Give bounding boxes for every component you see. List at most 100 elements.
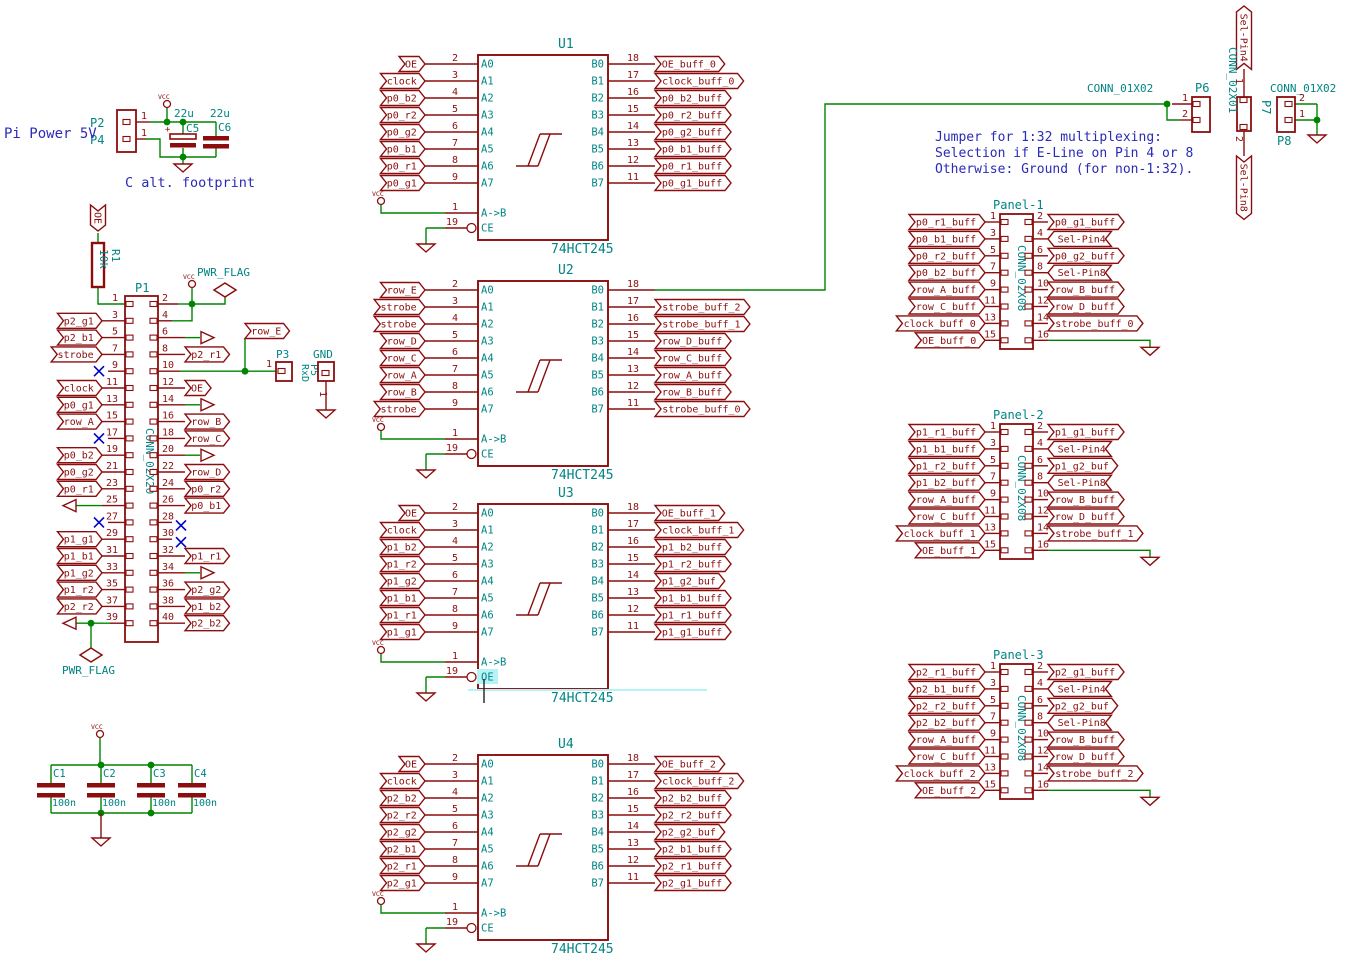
net-label-p2_b1[interactable]: p2_b1 xyxy=(381,842,426,857)
net-label-p1_g2_buf[interactable]: p1_g2_buf xyxy=(655,574,725,589)
wire[interactable] xyxy=(1048,340,1150,347)
net-label-row_A[interactable]: row_A xyxy=(381,368,426,383)
net-label-p1_b1_buff[interactable]: p1_b1_buff xyxy=(909,441,985,456)
net-label-p2_r2[interactable]: p2_r2 xyxy=(381,808,426,823)
net-label-p1_b2[interactable]: p1_b2 xyxy=(185,599,230,614)
net-label-p0_g2_buff[interactable]: p0_g2_buff xyxy=(1048,248,1124,263)
net-label-row_C[interactable]: row_C xyxy=(381,351,426,366)
cap-value[interactable]: 100n xyxy=(52,798,76,809)
capacitor-C2[interactable] xyxy=(87,783,115,788)
wire[interactable] xyxy=(1048,550,1150,557)
cap-ref[interactable]: C1 xyxy=(53,768,66,780)
net-label-strobe[interactable]: strobe xyxy=(374,317,425,332)
net-label-p2_r1_buff[interactable]: p2_r1_buff xyxy=(909,665,985,680)
net-label-p2_r2[interactable]: p2_r2 xyxy=(58,599,103,614)
pin-name-selected[interactable]: OE xyxy=(481,672,494,684)
ic-ref[interactable]: U1 xyxy=(558,37,574,52)
cap-value[interactable]: 22u xyxy=(174,107,194,120)
cap-value[interactable]: 100n xyxy=(102,798,126,809)
net-label-strobe_buff_1[interactable]: strobe_buff_1 xyxy=(1048,526,1143,541)
net-label-p0_b1[interactable]: p0_b1 xyxy=(185,498,230,513)
net-label-p0_b2[interactable]: p0_b2 xyxy=(58,448,103,463)
ic-ref[interactable]: U2 xyxy=(558,263,574,278)
wire[interactable] xyxy=(172,304,192,321)
connector-ref[interactable]: P1 xyxy=(135,281,149,295)
net-label-clock[interactable]: clock xyxy=(381,523,426,538)
vcc-symbol[interactable] xyxy=(378,424,385,431)
capacitor-C3[interactable] xyxy=(137,793,165,798)
open-arrow-label[interactable] xyxy=(201,567,214,579)
wire[interactable] xyxy=(1048,790,1150,797)
vcc-symbol[interactable] xyxy=(378,198,385,205)
note-jumper-line-2[interactable]: Selection if E-Line on Pin 4 or 8 xyxy=(935,146,1193,161)
wire[interactable] xyxy=(381,654,445,662)
net-label-p0_b1[interactable]: p0_b1 xyxy=(381,142,426,157)
net-label-strobe_buff_0[interactable]: strobe_buff_0 xyxy=(655,402,750,417)
gnd-symbol[interactable] xyxy=(174,164,192,172)
pwr-flag-symbol[interactable] xyxy=(214,283,236,297)
cap-value[interactable]: 22u xyxy=(210,107,230,120)
pwr-flag-label[interactable]: PWR_FLAG xyxy=(197,266,250,279)
net-label-row_A_buff[interactable]: row_A_buff xyxy=(909,282,985,297)
cap-ref[interactable]: C2 xyxy=(103,768,116,780)
vcc-symbol[interactable] xyxy=(189,281,196,288)
cap-ref[interactable]: C3 xyxy=(153,768,166,780)
connector-value[interactable]: GND xyxy=(313,348,333,361)
net-label-clock[interactable]: clock xyxy=(381,774,426,789)
net-label-row_A_buff[interactable]: row_A_buff xyxy=(909,732,985,747)
net-label-row_E[interactable]: row_E xyxy=(381,283,426,298)
net-label-clock_buff_0[interactable]: clock_buff_0 xyxy=(655,74,744,89)
net-label-p0_r1[interactable]: p0_r1 xyxy=(58,481,103,496)
connector-ref[interactable]: Panel-1 xyxy=(993,198,1044,212)
net-label-p1_b1[interactable]: p1_b1 xyxy=(58,549,103,564)
net-label-p1_g2[interactable]: p1_g2 xyxy=(381,574,426,589)
net-label-row_D_buff[interactable]: row_D_buff xyxy=(1048,299,1124,314)
net-label-p0_r2[interactable]: p0_r2 xyxy=(381,108,426,123)
net-label-row_E[interactable]: row_E xyxy=(245,324,290,339)
capacitor-C5[interactable] xyxy=(170,143,196,148)
net-label-p2_b1_buff[interactable]: p2_b1_buff xyxy=(909,681,985,696)
schematic-canvas[interactable]: VCCP2P411+22u22uC5C6OE10kR1P1CONN_02X201… xyxy=(0,0,1354,969)
net-label-p0_g2[interactable]: p0_g2 xyxy=(58,465,103,480)
net-label-clock_buff_2[interactable]: clock_buff_2 xyxy=(896,766,985,781)
net-label-OE[interactable]: OE xyxy=(185,381,211,396)
net-label-p1_r1_buff[interactable]: p1_r1_buff xyxy=(909,425,985,440)
net-label-p1_g2_buf[interactable]: p1_g2_buf xyxy=(1048,458,1118,473)
net-label-row_A_buff[interactable]: row_A_buff xyxy=(655,368,731,383)
net-label-clock_buff_0[interactable]: clock_buff_0 xyxy=(896,316,985,331)
net-label-row_D_buff[interactable]: row_D_buff xyxy=(1048,749,1124,764)
resistor-ref[interactable]: R1 xyxy=(109,249,122,262)
net-label-p0_b1_buff[interactable]: p0_b1_buff xyxy=(655,142,731,157)
open-arrow-label[interactable] xyxy=(63,500,76,512)
connector-P2-P4[interactable] xyxy=(117,110,136,152)
net-label-p1_b2_buff[interactable]: p1_b2_buff xyxy=(655,540,731,555)
net-label-p2_g1_buff[interactable]: p2_g1_buff xyxy=(655,876,731,891)
net-label-OE_buff_1[interactable]: OE_buff_1 xyxy=(915,543,985,558)
net-label-clock_buff_1[interactable]: clock_buff_1 xyxy=(896,526,985,541)
capacitor-C4[interactable] xyxy=(178,793,206,798)
net-label-p0_b2_buff[interactable]: p0_b2_buff xyxy=(909,265,985,280)
net-label-row_B[interactable]: row_B xyxy=(381,385,426,400)
net-label-Sel-Pin8[interactable]: Sel-Pin8 xyxy=(1048,265,1111,280)
open-arrow-label[interactable] xyxy=(201,399,214,411)
note-pi-power[interactable]: Pi Power 5V xyxy=(4,126,97,142)
note-jumper-line-3[interactable]: Otherwise: Ground (for non-1:32). xyxy=(935,162,1193,177)
net-label-p0_g1_buff[interactable]: p0_g1_buff xyxy=(1048,215,1124,230)
net-label-strobe[interactable]: strobe xyxy=(51,347,102,362)
net-label-p1_g1_buff[interactable]: p1_g1_buff xyxy=(1048,425,1124,440)
net-label-p2_b1_buff[interactable]: p2_b1_buff xyxy=(655,842,731,857)
net-label-p1_r1[interactable]: p1_r1 xyxy=(185,549,230,564)
net-label-p1_r2_buff[interactable]: p1_r2_buff xyxy=(909,458,985,473)
net-label-p0_r2_buff[interactable]: p0_r2_buff xyxy=(909,248,985,263)
capacitor-C6[interactable] xyxy=(203,136,229,141)
connector-ref[interactable]: P3 xyxy=(276,348,289,361)
gnd-symbol[interactable] xyxy=(1141,557,1159,565)
ic-part-number[interactable]: 74HCT245 xyxy=(551,942,614,957)
net-label-strobe[interactable]: strobe xyxy=(374,300,425,315)
note-jumper-line-1[interactable]: Jumper for 1:32 multiplexing: xyxy=(935,130,1162,145)
net-label-p0_r1[interactable]: p0_r1 xyxy=(381,159,426,174)
net-label-p2_g2[interactable]: p2_g2 xyxy=(185,582,230,597)
net-label-row_C_buff[interactable]: row_C_buff xyxy=(909,299,985,314)
net-label-row_C_buff[interactable]: row_C_buff xyxy=(909,749,985,764)
net-label-p0_r2_buff[interactable]: p0_r2_buff xyxy=(655,108,731,123)
